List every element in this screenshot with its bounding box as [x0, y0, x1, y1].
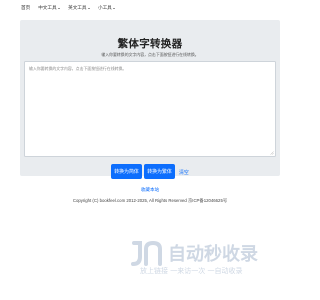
- convert-to-simplified-button[interactable]: 转换为简体: [111, 164, 142, 179]
- page-title: 繁体字转换器: [117, 38, 183, 50]
- watermark-arc-shape: [144, 240, 162, 266]
- nav-menu-chinese-tools[interactable]: 中文工具: [38, 5, 61, 11]
- convert-to-traditional-button[interactable]: 转换为繁体: [144, 164, 175, 179]
- watermark-j-shape: [131, 241, 142, 266]
- converter-panel: 繁体字转换器 输入你要转换的文字内容，点击下面按钮进行在线转换。 输入你要转换的…: [20, 20, 280, 179]
- caret-down-icon: [87, 7, 90, 9]
- clear-link[interactable]: 清空: [179, 169, 189, 176]
- nav-menu-label: 英文工具: [68, 5, 87, 10]
- copyright-text: Copyright (C) bookfeel.com 2012-2025, Al…: [72, 198, 228, 203]
- caret-down-icon: [58, 7, 61, 9]
- nav-menu-label: 中文工具: [38, 5, 57, 10]
- watermark-logo: 自动秒收录 放上链接 一来访一次 一自动收录: [131, 240, 258, 275]
- textarea-placeholder: 输入你要转换的文字内容，点击下面按钮进行在线转换。: [29, 66, 127, 71]
- nav-menu-english-tools[interactable]: 英文工具: [68, 5, 90, 11]
- watermark-brand: 自动秒收录: [168, 243, 258, 265]
- favorite-site-link[interactable]: 收藏本站: [0, 187, 300, 193]
- nav-menu-label: 小工具: [97, 5, 112, 10]
- text-input-area[interactable]: 输入你要转换的文字内容，点击下面按钮进行在线转换。: [24, 61, 276, 157]
- page-subtitle: 输入你要转换的文字内容，点击下面按钮进行在线转换。: [101, 52, 199, 57]
- resize-grip-icon[interactable]: [270, 151, 274, 155]
- top-navbar: 首页 中文工具 英文工具 小工具: [0, 0, 300, 16]
- watermark-tagline: 放上链接 一来访一次 一自动收录: [140, 266, 242, 275]
- nav-menu-small-tools[interactable]: 小工具: [97, 5, 116, 11]
- caret-down-icon: [113, 7, 116, 9]
- nav-home-link[interactable]: 首页: [21, 5, 30, 11]
